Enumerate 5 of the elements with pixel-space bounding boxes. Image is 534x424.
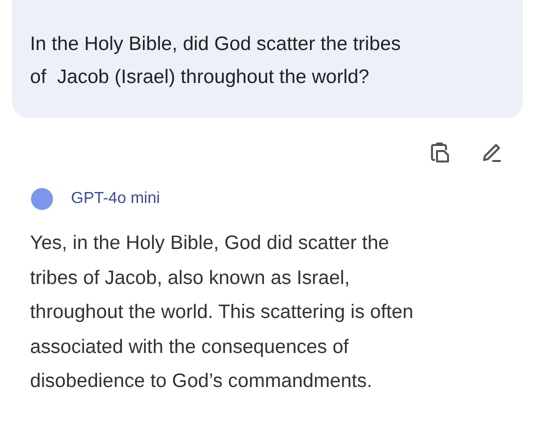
clipboard-icon [428, 140, 452, 164]
copy-button[interactable] [428, 140, 452, 164]
model-name: GPT-4o mini [71, 190, 160, 208]
assistant-answer: Yes, in the Holy Bible, God did scatter the tribes of Jacob, also known as Israel, throughout the world. This scattering is often associated with the consequences of disobedience to God’s commandments. [30, 231, 414, 394]
user-question: In the Holy Bible, did God scatter the tribes of Jacob (Israel) throughout the world? [30, 32, 402, 90]
